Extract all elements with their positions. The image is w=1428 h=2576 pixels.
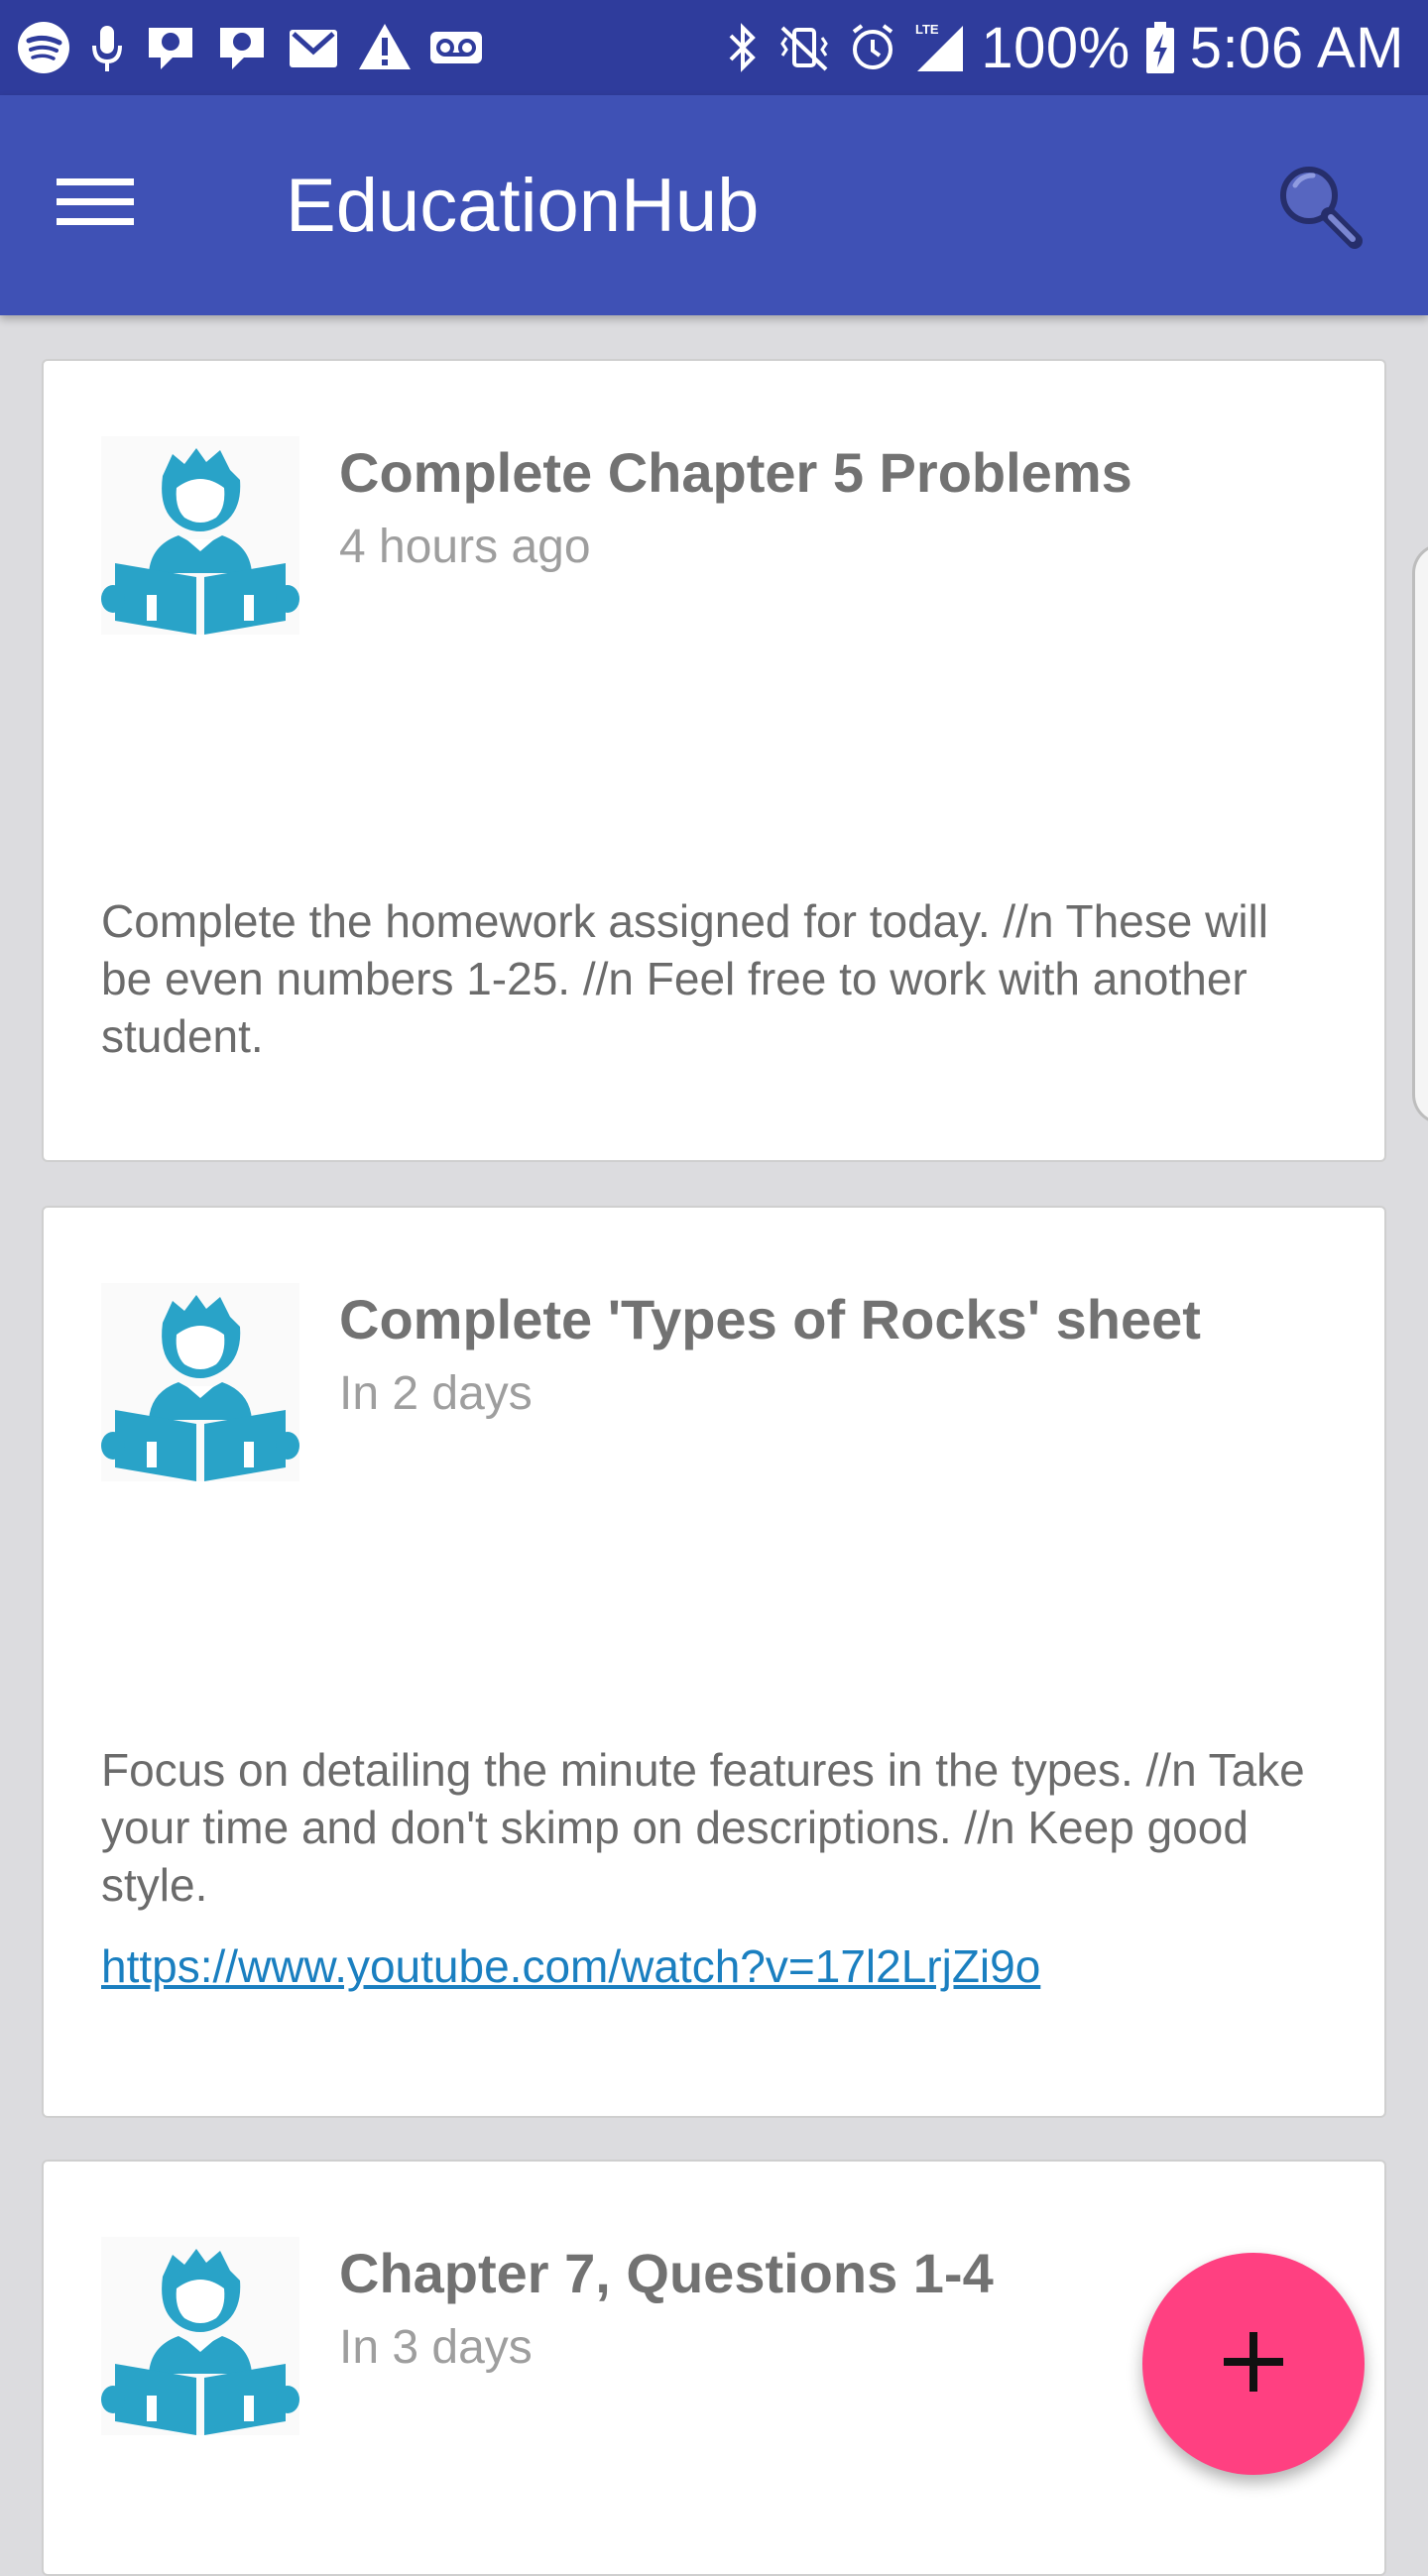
menu-button[interactable]	[40, 155, 151, 254]
search-button[interactable]	[1259, 153, 1378, 262]
battery-charging-icon	[1144, 20, 1176, 75]
bluetooth-icon	[725, 20, 761, 75]
assignment-title: Chapter 7, Questions 1-4	[339, 2242, 994, 2304]
assignment-title: Complete 'Types of Rocks' sheet	[339, 1288, 1201, 1350]
student-reading-avatar	[101, 1283, 299, 1481]
notification-icons	[16, 18, 484, 77]
assignment-description: Focus on detailing the minute features i…	[101, 1744, 1305, 1911]
hangouts-icon	[143, 20, 198, 75]
student-reading-avatar	[101, 436, 299, 635]
warning-icon	[357, 20, 413, 75]
assignment-time: In 2 days	[339, 1367, 533, 1420]
svg-text:LTE: LTE	[915, 22, 939, 37]
assignment-link[interactable]: https://www.youtube.com/watch?v=17l2LrjZ…	[101, 1939, 1040, 1993]
clock: 5:06 AM	[1189, 15, 1404, 80]
search-icon	[1269, 156, 1368, 260]
edge-panel[interactable]	[1412, 543, 1428, 1124]
plus-icon	[1222, 2330, 1285, 2399]
battery-percent: 100%	[981, 15, 1130, 80]
alarm-icon	[848, 20, 897, 75]
assignment-time: In 3 days	[339, 2321, 533, 2374]
app-bar: EducationHub	[0, 95, 1428, 315]
hamburger-menu-icon	[57, 175, 134, 235]
student-reading-avatar	[101, 2237, 299, 2435]
assignment-description: Complete the homework assigned for today…	[101, 895, 1268, 1062]
microphone-icon	[87, 20, 127, 75]
vibrate-mute-icon	[774, 20, 834, 75]
gmail-icon	[286, 20, 341, 75]
add-assignment-button[interactable]	[1142, 2253, 1365, 2475]
assignment-title: Complete Chapter 5 Problems	[339, 441, 1132, 504]
voicemail-icon	[428, 20, 484, 75]
assignment-time: 4 hours ago	[339, 521, 591, 573]
hangouts-icon-2	[214, 20, 270, 75]
lte-signal-icon: LTE	[911, 20, 967, 75]
status-bar: LTE 100% 5:06 AM	[0, 0, 1428, 95]
app-title: EducationHub	[286, 164, 760, 248]
assignment-card[interactable]: Complete 'Types of Rocks' sheet In 2 day…	[42, 1206, 1386, 2118]
spotify-icon	[16, 20, 71, 75]
assignment-card[interactable]: Complete Chapter 5 Problems 4 hours ago …	[42, 359, 1386, 1162]
system-icons: LTE 100% 5:06 AM	[725, 10, 1404, 85]
